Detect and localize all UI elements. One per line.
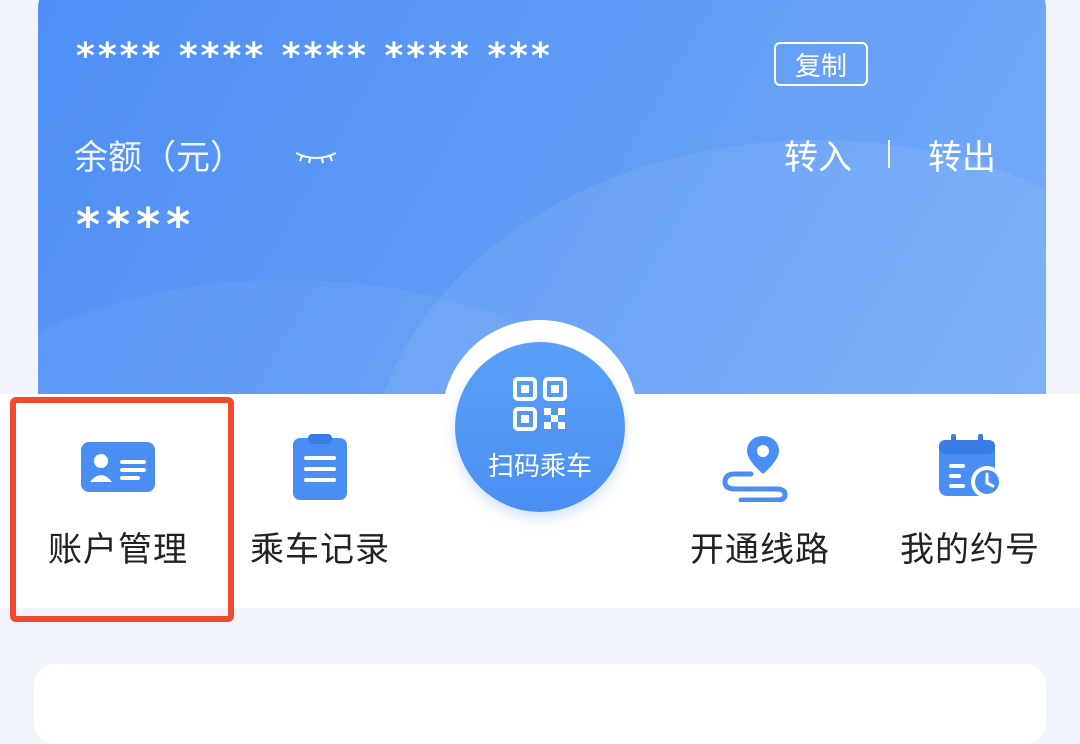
nav-label-ride-records: 乘车记录 bbox=[250, 530, 390, 570]
highlight-box bbox=[10, 397, 234, 622]
transfer-out-button[interactable]: 转出 bbox=[928, 130, 996, 179]
qr-code-icon bbox=[513, 377, 567, 431]
clipboard-icon bbox=[293, 434, 347, 500]
eye-closed-icon[interactable] bbox=[293, 146, 339, 166]
balance-label: 余额（元） bbox=[74, 138, 244, 178]
copy-button[interactable]: 复制 bbox=[774, 42, 868, 86]
balance-value: **** bbox=[76, 198, 197, 252]
transfer-in-button[interactable]: 转入 bbox=[784, 130, 852, 179]
nav-label-my-appointments: 我的约号 bbox=[900, 530, 1040, 570]
route-icon bbox=[722, 436, 788, 502]
card-number: **** **** **** **** *** bbox=[76, 36, 553, 77]
nav-item-open-routes[interactable]: 开通线路 bbox=[660, 394, 860, 604]
scan-to-ride-button[interactable]: 扫码乘车 bbox=[455, 342, 625, 512]
bottom-content-card bbox=[34, 664, 1046, 744]
scan-label: 扫码乘车 bbox=[487, 452, 592, 482]
nav-item-my-appointments[interactable]: 我的约号 bbox=[870, 394, 1070, 604]
calendar-clock-icon bbox=[939, 434, 1003, 498]
nav-label-open-routes: 开通线路 bbox=[690, 530, 830, 570]
nav-item-ride-records[interactable]: 乘车记录 bbox=[224, 394, 416, 604]
transfer-separator bbox=[888, 140, 890, 168]
